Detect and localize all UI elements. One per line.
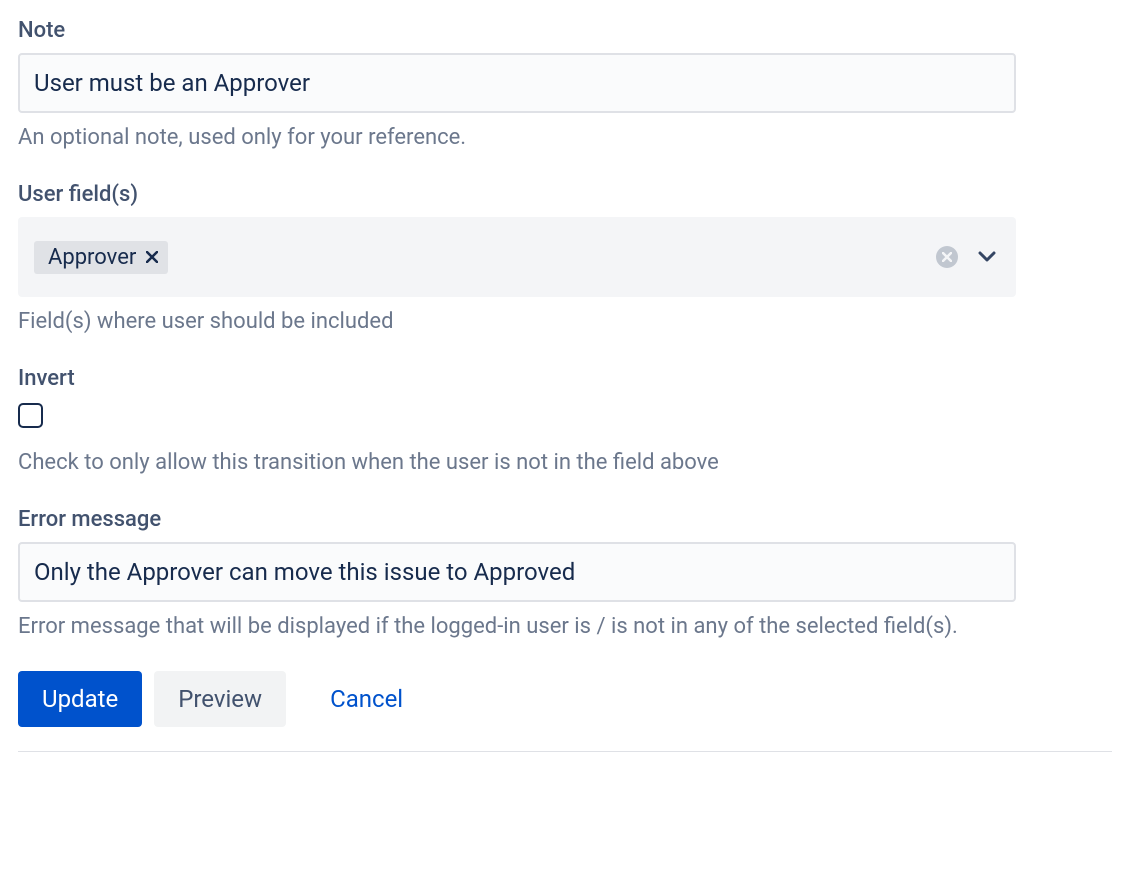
note-label: Note <box>18 18 1112 43</box>
preview-button[interactable]: Preview <box>154 671 286 727</box>
user-fields-label: User field(s) <box>18 182 1112 207</box>
user-fields-select[interactable]: Approver <box>18 217 1016 297</box>
invert-label: Invert <box>18 366 1112 391</box>
invert-checkbox[interactable] <box>18 403 43 428</box>
chevron-down-icon[interactable] <box>978 248 996 267</box>
user-fields-help-text: Field(s) where user should be included <box>18 309 1112 334</box>
note-input[interactable] <box>18 53 1016 113</box>
invert-help-text: Check to only allow this transition when… <box>18 450 1112 475</box>
error-message-input[interactable] <box>18 542 1016 602</box>
user-field-tag-label: Approver <box>48 245 136 270</box>
remove-tag-icon[interactable] <box>146 251 158 263</box>
error-message-help-text: Error message that will be displayed if … <box>18 614 1112 639</box>
cancel-button[interactable]: Cancel <box>298 671 435 727</box>
update-button[interactable]: Update <box>18 671 142 727</box>
note-help-text: An optional note, used only for your ref… <box>18 125 1112 150</box>
user-field-tag: Approver <box>34 241 168 274</box>
error-message-label: Error message <box>18 507 1112 532</box>
clear-all-icon[interactable] <box>936 246 958 268</box>
